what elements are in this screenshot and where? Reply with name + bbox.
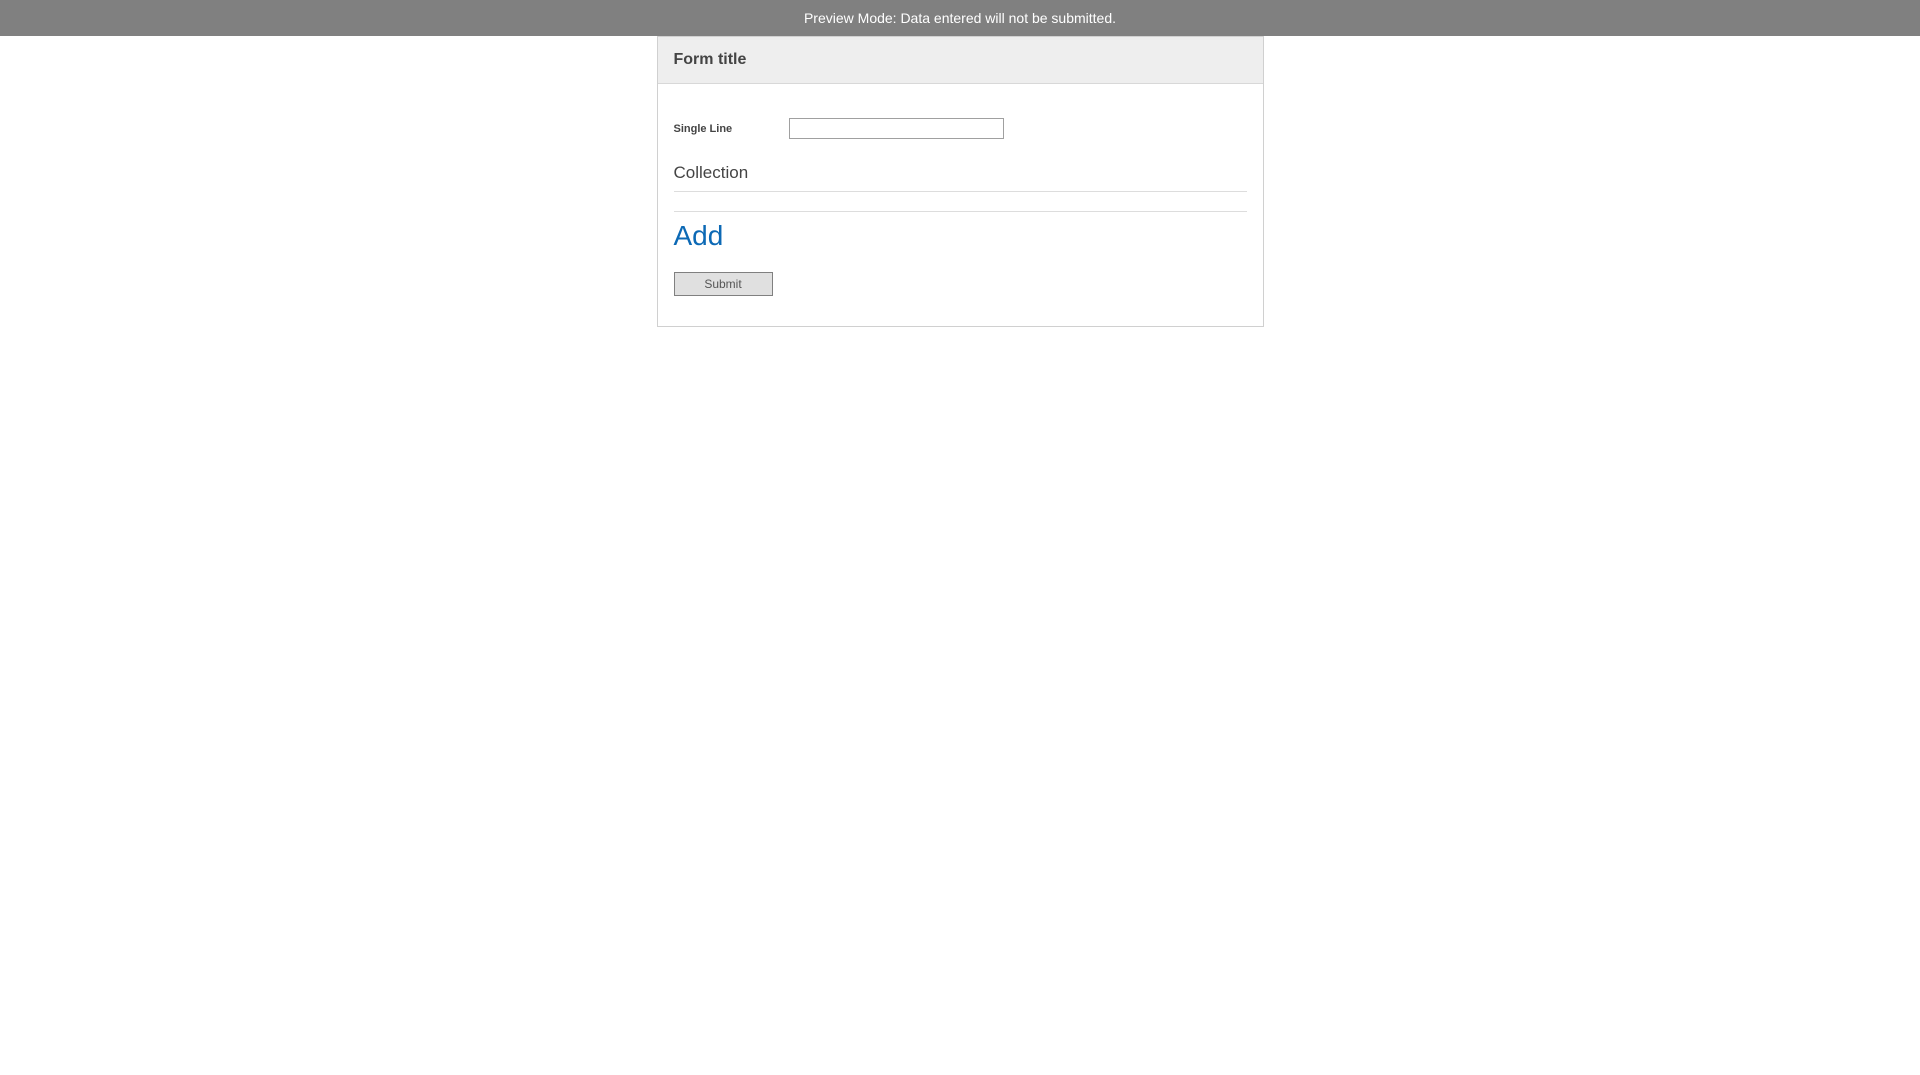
collection-heading: Collection bbox=[674, 163, 1247, 192]
single-line-label: Single Line bbox=[674, 123, 789, 135]
form-header: Form title bbox=[658, 37, 1263, 84]
single-line-row: Single Line bbox=[674, 118, 1247, 139]
preview-banner-text: Preview Mode: Data entered will not be s… bbox=[804, 10, 1116, 26]
add-link[interactable]: Add bbox=[674, 220, 724, 252]
preview-mode-banner: Preview Mode: Data entered will not be s… bbox=[0, 0, 1920, 36]
form-container: Form title Single Line Collection Add Su… bbox=[657, 36, 1264, 327]
form-title: Form title bbox=[674, 51, 1247, 69]
single-line-input[interactable] bbox=[789, 118, 1004, 139]
submit-button[interactable]: Submit bbox=[674, 272, 773, 296]
collection-area bbox=[674, 192, 1247, 212]
form-body: Single Line Collection Add Submit bbox=[658, 84, 1263, 326]
